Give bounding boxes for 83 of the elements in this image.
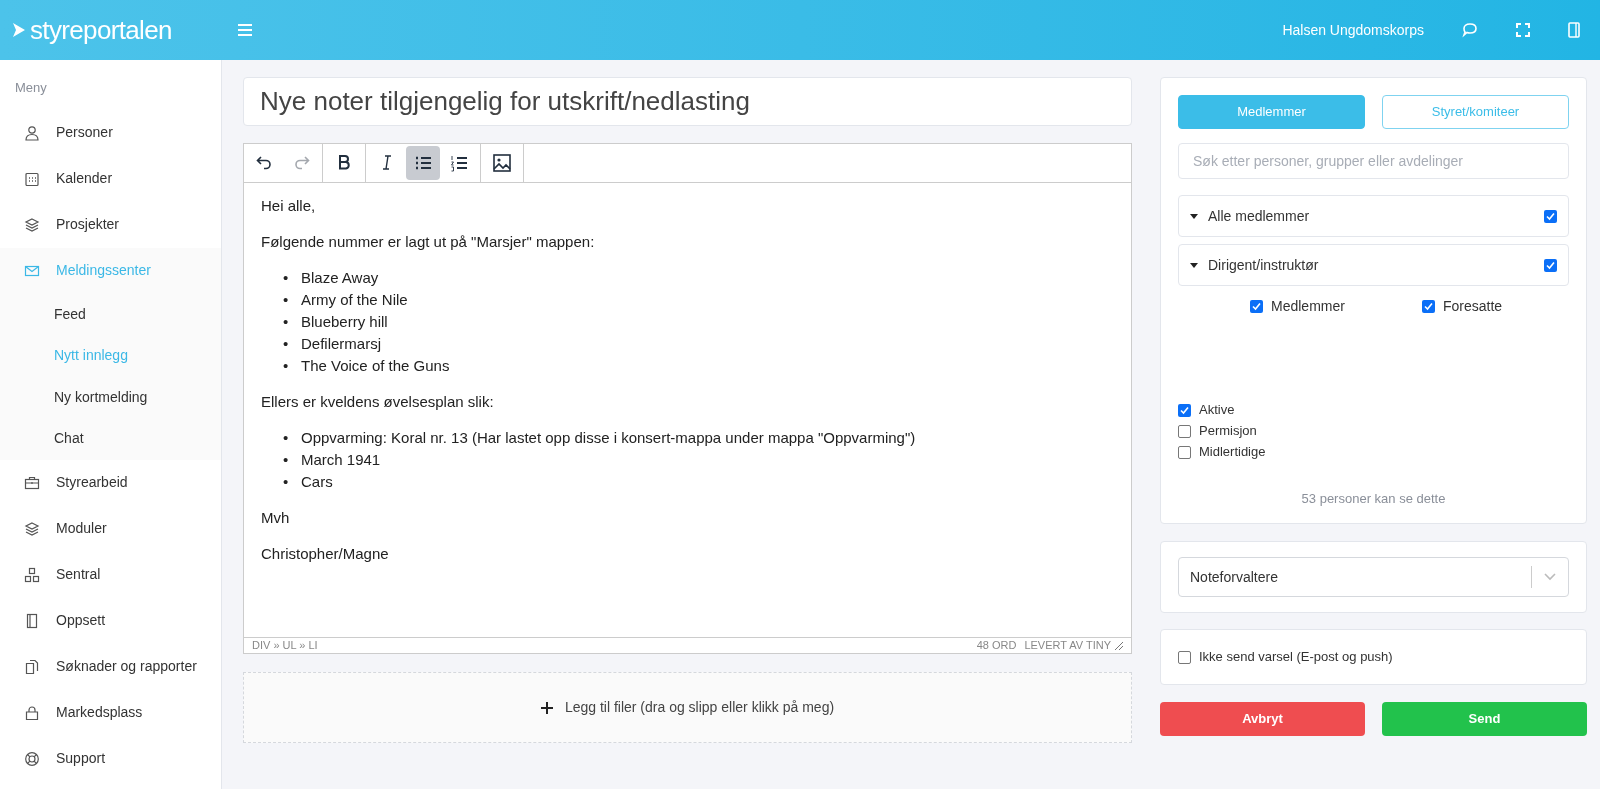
sidebar-item[interactable]: Personer — [0, 109, 221, 156]
sidebar-subitem[interactable]: Feed — [0, 293, 221, 335]
checkbox-label: Aktive — [1199, 401, 1235, 420]
list-item: March 1941 — [301, 450, 381, 470]
checkbox[interactable] — [1178, 424, 1191, 438]
list-item: The Voice of the Guns — [301, 356, 450, 376]
checkbox[interactable] — [1250, 300, 1263, 313]
role-select[interactable]: Noteforvaltere — [1178, 557, 1569, 597]
paragraph: Hei alle, — [261, 196, 317, 216]
powered-by: LEVERT AV TINY — [1024, 638, 1111, 654]
notebook-icon — [24, 612, 40, 629]
sidebar-item[interactable]: Styrearbeid — [0, 459, 221, 506]
bullet: • — [283, 312, 290, 332]
person-icon — [24, 124, 40, 141]
resize-handle-icon[interactable] — [1115, 641, 1123, 650]
word-count: 48 ORD — [976, 638, 1017, 654]
sidebar-item[interactable]: Moduler — [0, 505, 221, 552]
bullet: • — [283, 290, 290, 310]
checkbox-label: Medlemmer — [1271, 297, 1345, 316]
bullet: • — [283, 334, 290, 354]
list-item: Army of the Nile — [301, 290, 408, 310]
search-field[interactable]: Søk etter personer, grupper eller avdelinger — [1178, 143, 1569, 179]
bullet: • — [283, 472, 290, 492]
sidebar-item[interactable]: Support — [0, 735, 221, 782]
visibility-count: 53 personer kan se dette — [1300, 490, 1447, 508]
lifebuoy-icon — [24, 750, 40, 767]
caret-icon[interactable] — [1190, 262, 1198, 268]
list-item: Blaze Away — [301, 268, 379, 288]
sidebar-item[interactable]: Markedsplass — [0, 689, 221, 736]
fullscreen-icon[interactable] — [1516, 23, 1530, 37]
sidebar-item[interactable]: Sentral — [0, 551, 221, 598]
group-row[interactable]: Alle medlemmer — [1178, 195, 1569, 237]
documents-icon — [24, 658, 40, 675]
plus-icon — [540, 701, 553, 714]
paragraph: Christopher/Magne — [261, 544, 390, 564]
bullet: • — [283, 428, 290, 448]
checkbox-label: Foresatte — [1443, 297, 1503, 316]
briefcase-icon — [24, 474, 40, 491]
sidebar-subitem[interactable]: Ny kortmelding — [0, 376, 221, 418]
bullet: • — [283, 356, 290, 376]
checkbox[interactable] — [1544, 258, 1557, 272]
file-drop-zone[interactable]: Legg til filer (dra og slipp eller klikk på meg) — [243, 672, 1132, 743]
checkbox[interactable] — [1422, 300, 1435, 313]
numbered-list-icon — [449, 153, 469, 173]
bag-icon — [24, 704, 40, 721]
sidebar-item[interactable]: Søknader og rapporter — [0, 643, 221, 690]
sidebar-item[interactable]: Oppsett — [0, 597, 221, 644]
list-item: Cars — [301, 472, 333, 492]
chat-icon[interactable] — [1462, 22, 1478, 38]
title-text: Nye noter tilgjengelig for utskrift/nedlasting — [260, 85, 750, 118]
element-path: DIV » UL » LI — [252, 638, 318, 654]
hierarchy-icon — [24, 566, 40, 583]
image-icon — [492, 153, 512, 173]
chevron-down-icon — [1544, 573, 1556, 581]
group-row[interactable]: Dirigent/instruktør — [1178, 244, 1569, 286]
bullet: • — [283, 450, 290, 470]
sidebar-item[interactable]: Kalender — [0, 155, 221, 202]
upload-label: Legg til filer (dra og slipp eller klikk på meg) — [564, 698, 835, 717]
checkbox-label: Midlertidige — [1199, 443, 1266, 462]
bulleted-list-button[interactable] — [406, 146, 440, 180]
bullet: • — [283, 268, 290, 288]
sidebar-subitem[interactable]: Chat — [0, 418, 221, 460]
list-item: Blueberry hill — [301, 312, 388, 332]
checkbox-label: Ikke send varsel (E-post og push) — [1199, 648, 1393, 667]
layers-icon — [24, 216, 40, 233]
layers-icon — [24, 520, 40, 537]
caret-icon[interactable] — [1190, 213, 1198, 219]
checkbox[interactable] — [1544, 209, 1557, 223]
paragraph: Mvh — [261, 508, 291, 528]
menu-heading: Meny — [14, 79, 48, 97]
sidebar-item[interactable]: Prosjekter — [0, 201, 221, 248]
calendar-icon — [24, 170, 40, 187]
list-item: Defilermarsj — [301, 334, 381, 354]
checkbox[interactable] — [1178, 445, 1191, 459]
checkbox-label: Permisjon — [1199, 422, 1257, 441]
title-field[interactable]: Nye noter tilgjengelig for utskrift/nedlasting — [243, 77, 1132, 126]
paragraph: Følgende nummer er lagt ut på "Marsjer" mappen: — [261, 232, 596, 252]
checkbox[interactable] — [1178, 403, 1191, 417]
cancel-button[interactable]: Avbryt — [1160, 702, 1365, 736]
chevron-logo-icon — [12, 22, 26, 38]
paragraph: Ellers er kveldens øvelsesplan slik: — [261, 392, 495, 412]
checkbox[interactable] — [1178, 650, 1191, 664]
list-item: Oppvarming: Koral nr. 13 (Har lastet opp disse i konsert-mappa under mappa "Oppvarming") — [301, 428, 916, 448]
